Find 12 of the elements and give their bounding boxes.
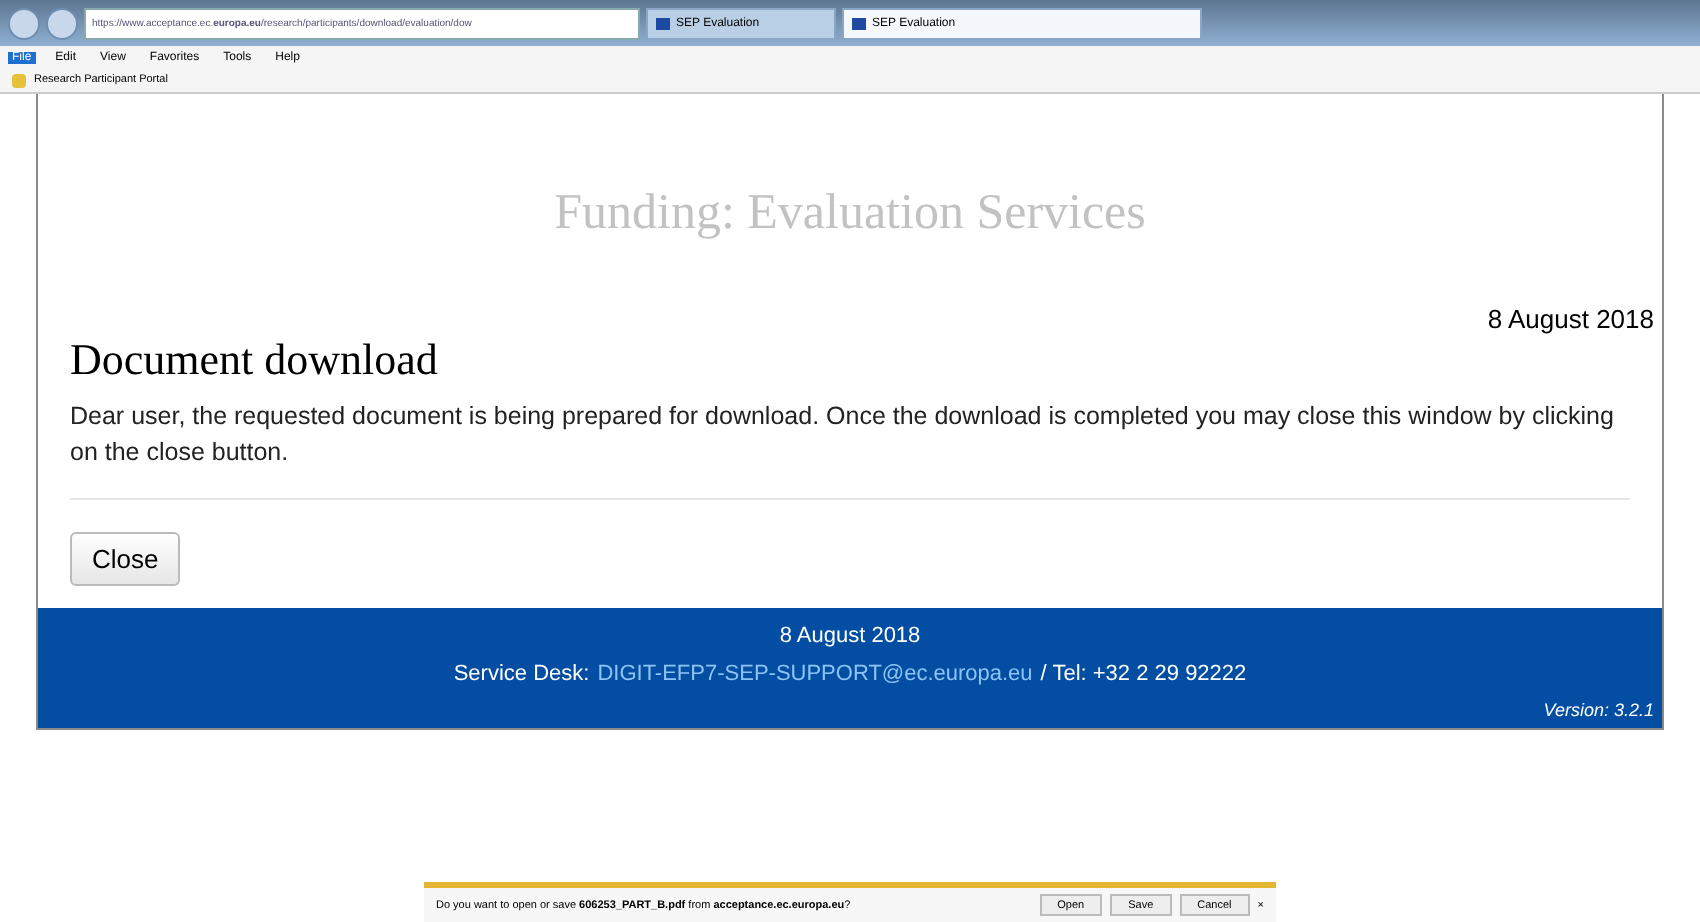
site-title: Funding: Evaluation Services xyxy=(552,186,1148,242)
page-heading: Document download xyxy=(70,334,440,386)
date-text: 8 August 2018 xyxy=(1485,304,1654,334)
service-desk-label: Service Desk: xyxy=(453,662,590,686)
flag-icon xyxy=(852,17,866,29)
email-link[interactable]: DIGIT-EFP7-SEP-SUPPORT@ec.europa.eu xyxy=(597,662,1033,686)
close-button[interactable]: Close xyxy=(70,532,181,586)
footer-date: 8 August 2018 xyxy=(779,624,921,648)
flag-icon xyxy=(656,17,670,29)
message-text: Dear user, the requested document is being prepared for download. Once the download is completed you may close this window by clicking on the close button. xyxy=(70,400,1616,470)
phone-text: / Tel: +32 2 29 92222 xyxy=(1040,662,1247,686)
version-text: Version: 3.2.1 xyxy=(1543,700,1654,720)
